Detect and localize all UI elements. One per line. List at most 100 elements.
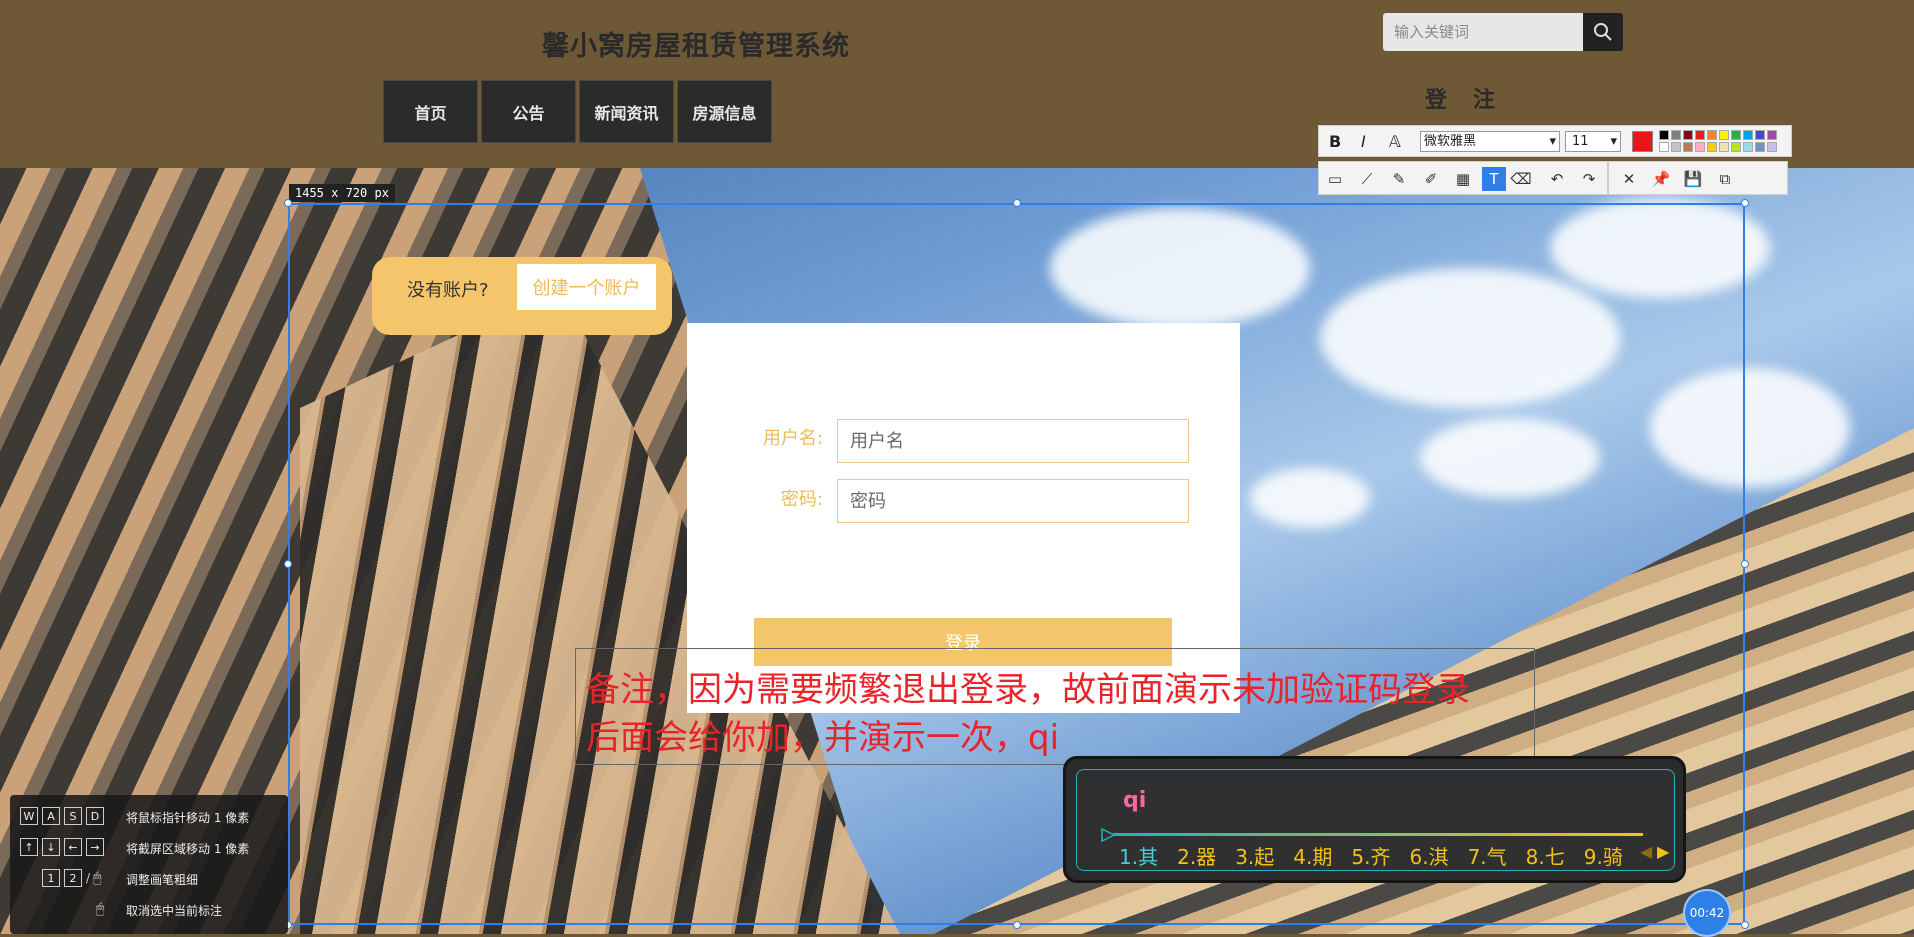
nav-announcements[interactable]: 公告 bbox=[481, 80, 576, 143]
current-color-swatch[interactable] bbox=[1632, 131, 1653, 152]
color-swatch[interactable] bbox=[1719, 130, 1729, 140]
capture-size-label: 1455 x 720 px bbox=[289, 184, 395, 202]
ime-candidate[interactable]: 4.期 bbox=[1293, 841, 1332, 870]
annotation-line-1: 备注，因为需要频繁退出登录，故前面演示未加验证码登录 bbox=[586, 670, 1470, 710]
search-input[interactable] bbox=[1383, 13, 1583, 51]
color-swatch[interactable] bbox=[1767, 130, 1777, 140]
key-1: 1 bbox=[42, 869, 60, 887]
next-page-icon[interactable]: ▶ bbox=[1657, 842, 1669, 861]
register-link[interactable]: 注 bbox=[1473, 82, 1495, 114]
ime-candidate[interactable]: 7.气 bbox=[1468, 841, 1507, 870]
close-icon[interactable]: ✕ bbox=[1617, 167, 1641, 191]
pen-icon[interactable]: ✎ bbox=[1387, 167, 1411, 191]
redo-icon[interactable]: ↷ bbox=[1577, 167, 1601, 191]
key-w: W bbox=[20, 807, 38, 825]
capture-actions-toolbar: ✕ 📌 💾 ⧉ bbox=[1608, 161, 1788, 195]
color-swatch[interactable] bbox=[1707, 130, 1717, 140]
create-account-button[interactable]: 创建一个账户 bbox=[517, 264, 656, 310]
resize-handle-ne[interactable] bbox=[1741, 199, 1749, 207]
resize-handle-se[interactable] bbox=[1741, 921, 1749, 929]
color-swatch[interactable] bbox=[1659, 142, 1669, 152]
color-swatch[interactable] bbox=[1731, 142, 1741, 152]
key-s: S bbox=[64, 807, 82, 825]
login-link[interactable]: 登 bbox=[1425, 82, 1447, 114]
key-down: ↓ bbox=[42, 838, 60, 856]
password-field[interactable] bbox=[837, 479, 1189, 523]
font-style-icon[interactable]: 𝔸 bbox=[1389, 132, 1401, 151]
line-icon[interactable]: ⟋ bbox=[1355, 167, 1379, 191]
ime-candidate[interactable]: 3.起 bbox=[1235, 841, 1274, 870]
color-swatch[interactable] bbox=[1695, 142, 1705, 152]
color-swatch[interactable] bbox=[1659, 130, 1669, 140]
ime-candidate[interactable]: 6.淇 bbox=[1409, 841, 1448, 870]
resize-handle-n[interactable] bbox=[1013, 199, 1021, 207]
chevron-down-icon: ▾ bbox=[1610, 134, 1617, 149]
key-up: ↑ bbox=[20, 838, 38, 856]
color-swatch[interactable] bbox=[1683, 130, 1693, 140]
resize-handle-e[interactable] bbox=[1741, 560, 1749, 568]
eraser-icon[interactable]: ⌫ bbox=[1509, 167, 1533, 191]
resize-handle-w[interactable] bbox=[284, 560, 292, 568]
signup-prompt: 没有账户? bbox=[407, 280, 489, 301]
color-swatch[interactable] bbox=[1719, 142, 1729, 152]
color-swatch[interactable] bbox=[1755, 142, 1765, 152]
username-label: 用户名: bbox=[762, 428, 823, 449]
search-icon bbox=[1594, 23, 1612, 41]
color-swatch[interactable] bbox=[1755, 130, 1765, 140]
help-text: 将鼠标指针移动 1 像素 bbox=[126, 811, 250, 825]
color-swatch[interactable] bbox=[1743, 142, 1753, 152]
ime-candidate[interactable]: 5.齐 bbox=[1351, 841, 1390, 870]
ime-candidate-window: qi 1.其 2.器 3.起 4.期 5.齐 6.淇 7.气 8.七 9.骑 ◀… bbox=[1063, 756, 1686, 883]
prev-page-icon[interactable]: ◀ bbox=[1640, 842, 1652, 861]
font-family-value: 微软雅黑 bbox=[1424, 134, 1477, 149]
italic-button[interactable]: I bbox=[1361, 132, 1366, 151]
color-swatch[interactable] bbox=[1743, 130, 1753, 140]
undo-icon[interactable]: ↶ bbox=[1545, 167, 1569, 191]
text-format-toolbar: B I 𝔸 微软雅黑 ▾ 11 ▾ bbox=[1318, 125, 1792, 157]
pin-icon[interactable]: 📌 bbox=[1649, 167, 1673, 191]
ime-candidate[interactable]: 1.其 bbox=[1119, 841, 1158, 870]
rect-icon[interactable]: ▭ bbox=[1323, 167, 1347, 191]
font-size-value: 11 bbox=[1572, 134, 1589, 149]
resize-handle-nw[interactable] bbox=[284, 199, 292, 207]
search-button[interactable] bbox=[1583, 13, 1623, 51]
nav-listings[interactable]: 房源信息 bbox=[677, 80, 772, 143]
ime-candidate[interactable]: 2.器 bbox=[1177, 841, 1216, 870]
ime-candidates: 1.其 2.器 3.起 4.期 5.齐 6.淇 7.气 8.七 9.骑 bbox=[1119, 841, 1623, 870]
key-a: A bbox=[42, 807, 60, 825]
color-swatch[interactable] bbox=[1683, 142, 1693, 152]
slash-separator: / bbox=[86, 871, 91, 885]
font-size-select[interactable]: 11 ▾ bbox=[1565, 131, 1621, 152]
copy-icon[interactable]: ⧉ bbox=[1713, 167, 1737, 191]
save-icon[interactable]: 💾 bbox=[1681, 167, 1705, 191]
color-swatch[interactable] bbox=[1695, 130, 1705, 140]
mosaic-icon[interactable]: ▦ bbox=[1451, 167, 1475, 191]
mouse-icon: 🖱 bbox=[93, 870, 102, 886]
help-text: 调整画笔粗细 bbox=[126, 873, 199, 887]
nav-news[interactable]: 新闻资讯 bbox=[579, 80, 674, 143]
nav-home[interactable]: 首页 bbox=[383, 80, 478, 143]
marker-icon[interactable]: ✐ bbox=[1419, 167, 1443, 191]
chevron-down-icon: ▾ bbox=[1549, 134, 1556, 149]
color-swatch[interactable] bbox=[1767, 142, 1777, 152]
color-swatch[interactable] bbox=[1671, 130, 1681, 140]
ime-candidate[interactable]: 8.七 bbox=[1526, 841, 1565, 870]
resize-handle-s[interactable] bbox=[1013, 921, 1021, 929]
site-title: 馨小窝房屋租赁管理系统 bbox=[542, 31, 850, 62]
bold-button[interactable]: B bbox=[1329, 132, 1341, 151]
help-row: 🖱 bbox=[96, 898, 104, 920]
shortcut-help-panel: W A S D 将鼠标指针移动 1 像素 ↑ ↓ ← → 将截屏区域移动 1 像… bbox=[10, 795, 288, 934]
color-swatch[interactable] bbox=[1731, 130, 1741, 140]
help-row: W A S D bbox=[20, 805, 108, 827]
color-swatch[interactable] bbox=[1671, 142, 1681, 152]
help-text: 取消选中当前标注 bbox=[126, 904, 223, 918]
password-label: 密码: bbox=[780, 489, 823, 510]
ime-candidate[interactable]: 9.骑 bbox=[1584, 841, 1623, 870]
text-icon[interactable]: T bbox=[1482, 167, 1506, 191]
color-swatch[interactable] bbox=[1707, 142, 1717, 152]
key-d: D bbox=[86, 807, 104, 825]
help-row: ↑ ↓ ← → bbox=[20, 836, 108, 858]
username-field[interactable] bbox=[837, 419, 1189, 463]
mouse-icon: 🖱 bbox=[96, 901, 105, 917]
font-family-select[interactable]: 微软雅黑 ▾ bbox=[1420, 131, 1560, 152]
